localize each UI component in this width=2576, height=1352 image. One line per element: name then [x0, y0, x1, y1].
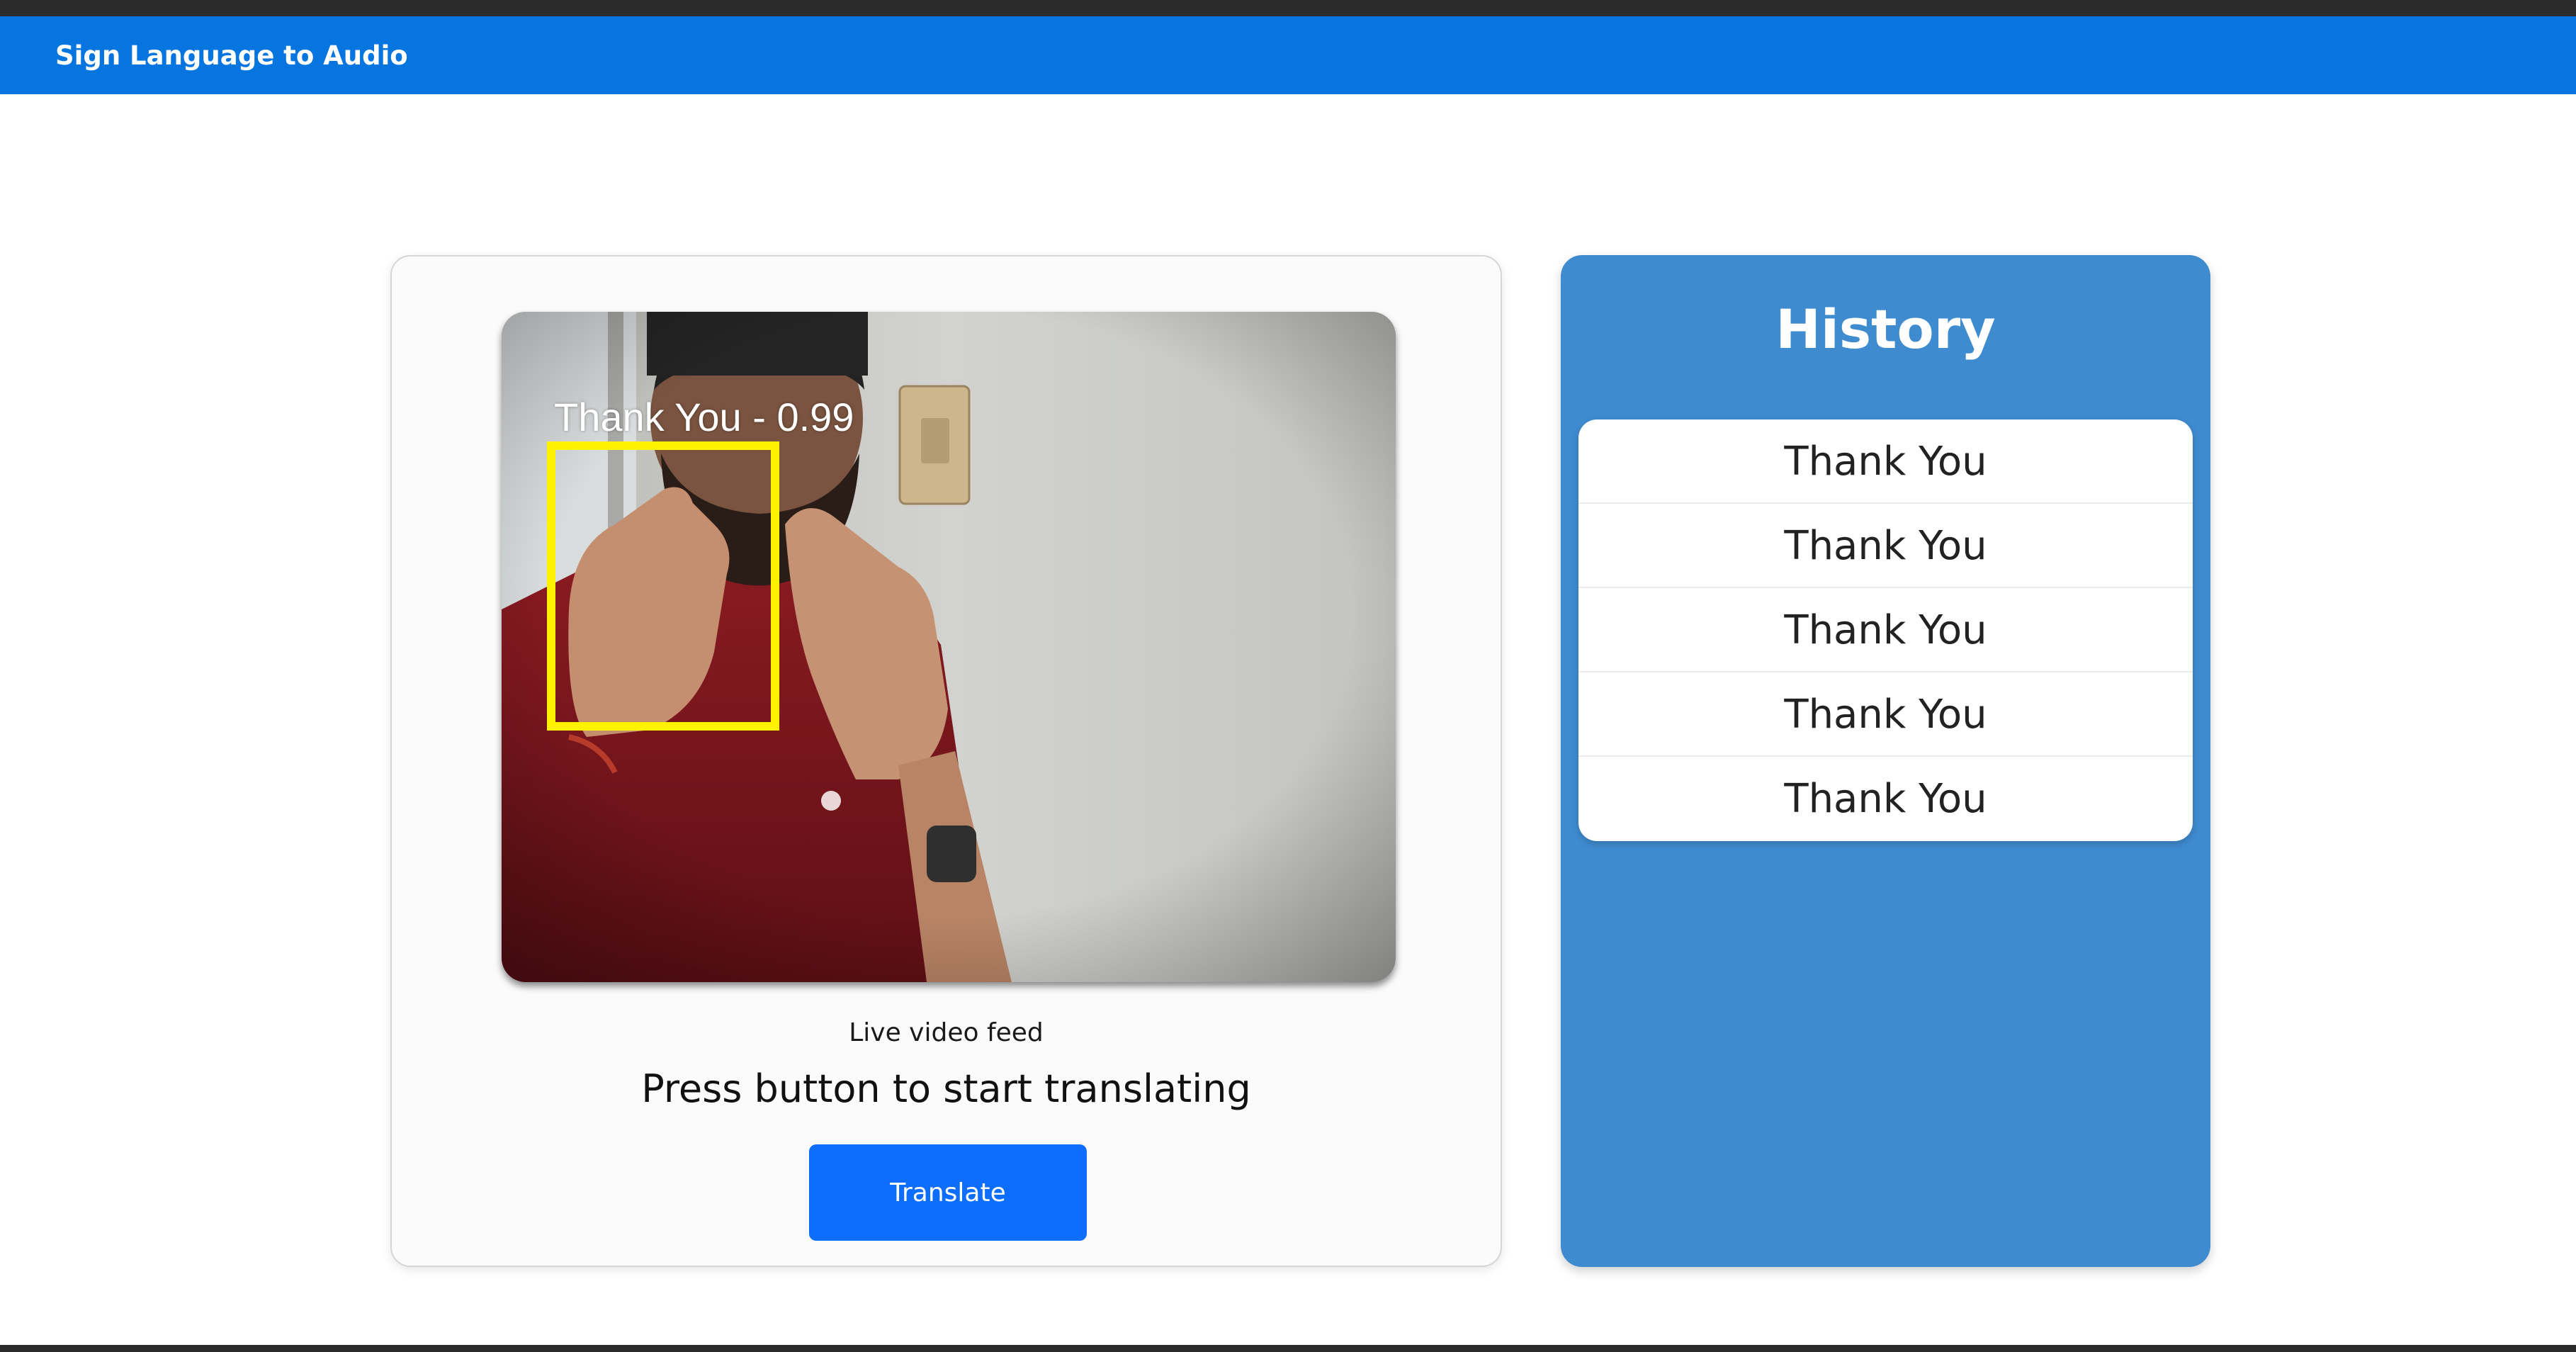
translation-status: Press button to start translating: [641, 1066, 1251, 1111]
detection-bounding-box: [547, 441, 779, 731]
history-item: Thank You: [1578, 504, 2193, 588]
detection-label: Thank You - 0.99: [554, 395, 854, 439]
history-list: Thank You Thank You Thank You Thank You …: [1578, 419, 2193, 841]
history-item: Thank You: [1784, 776, 1987, 822]
translate-button[interactable]: Translate: [809, 1144, 1087, 1241]
history-title: History: [1775, 298, 1996, 361]
history-item: Thank You: [1578, 588, 2193, 672]
history-item: Thank You: [1578, 419, 2193, 504]
navbar: Sign Language to Audio: [0, 16, 2576, 94]
video-card: Thank You - 0.99 Live video feed Press b…: [390, 255, 1502, 1267]
browser-top-strip: [0, 0, 2576, 16]
live-video-feed: Thank You - 0.99: [502, 312, 1396, 982]
navbar-brand[interactable]: Sign Language to Audio: [55, 40, 408, 71]
browser-bottom-strip: [0, 1345, 2576, 1352]
video-caption: Live video feed: [849, 1018, 1044, 1047]
history-item: Thank You: [1578, 672, 2193, 757]
history-panel: History Thank You Thank You Thank You Th…: [1561, 255, 2210, 1267]
